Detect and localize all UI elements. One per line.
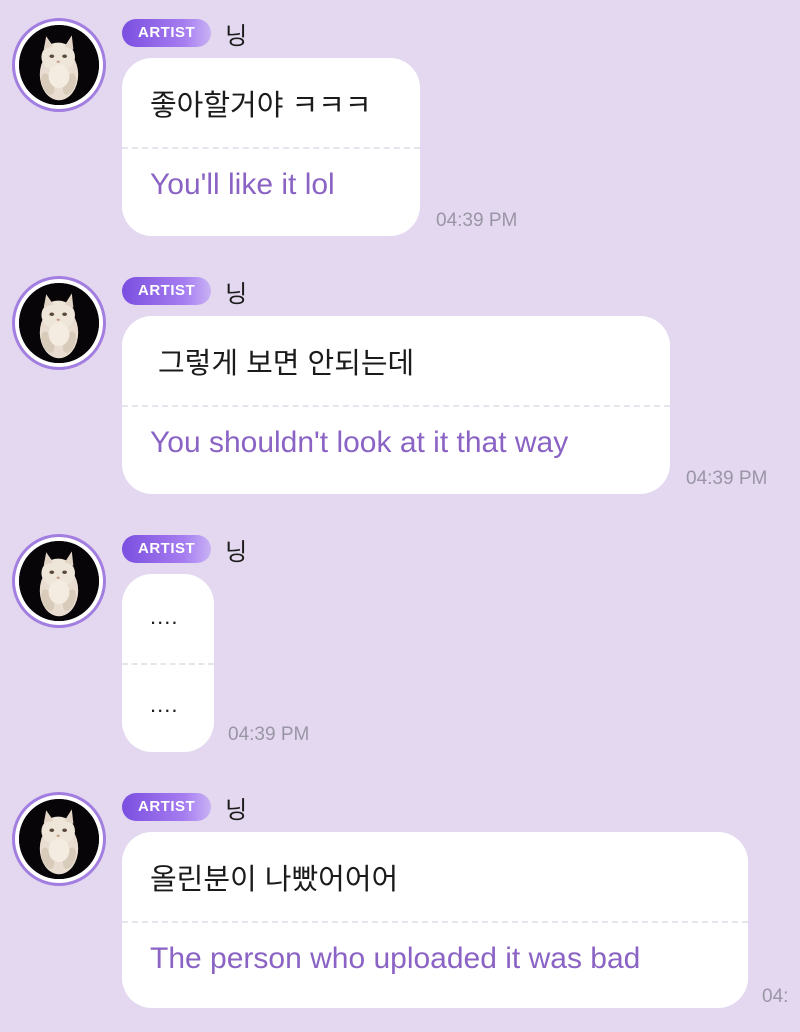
message-timestamp: 04:39 PM (686, 468, 768, 489)
message-timestamp: 04:39 PM (228, 724, 310, 745)
cat-image-icon (19, 25, 99, 105)
translation-divider (122, 147, 420, 149)
artist-badge: ARTIST (122, 19, 212, 47)
translation-text: The person who uploaded it was bad (150, 942, 641, 975)
avatar[interactable] (12, 276, 106, 370)
message-timestamp: 04:39 PM (436, 210, 518, 231)
cat-image-icon (19, 541, 99, 621)
avatar[interactable] (12, 534, 106, 628)
artist-badge: ARTIST (122, 535, 212, 563)
original-text: 올린분이 나빴어어어 (150, 864, 399, 896)
translation-text: You'll like it lol (150, 168, 335, 201)
message-header: ARTIST 닝 (122, 790, 247, 825)
avatar[interactable] (12, 792, 106, 886)
message-header: ARTIST 닝 (122, 274, 247, 309)
original-text: 좋아할거야 ㅋㅋㅋ (150, 90, 372, 122)
sender-name[interactable]: 닝 (225, 532, 247, 567)
cat-avatar-icon (19, 541, 99, 621)
message-bubble[interactable]: 좋아할거야 ㅋㅋㅋ You'll like it lol (122, 58, 420, 236)
translation-text: .... (150, 692, 179, 717)
cat-avatar-icon (19, 25, 99, 105)
avatar[interactable] (12, 18, 106, 112)
translation-divider (122, 405, 670, 407)
artist-badge: ARTIST (122, 277, 212, 305)
sender-name[interactable]: 닝 (225, 274, 247, 309)
message-bubble[interactable]: 그렇게 보면 안되는데 You shouldn't look at it tha… (122, 316, 670, 494)
cat-avatar-icon (19, 799, 99, 879)
translation-divider (122, 663, 214, 665)
cat-image-icon (19, 283, 99, 363)
message-header: ARTIST 닝 (122, 16, 247, 51)
translation-text: You shouldn't look at it that way (150, 426, 569, 459)
chat-message-list[interactable]: ARTIST 닝 좋아할거야 ㅋㅋㅋ You'll like it lol 04… (0, 0, 800, 1032)
original-text: .... (150, 604, 179, 629)
sender-name[interactable]: 닝 (225, 790, 247, 825)
message-timestamp: 04: (762, 986, 789, 1007)
cat-image-icon (19, 799, 99, 879)
translation-divider (122, 921, 748, 923)
message-bubble[interactable]: 올린분이 나빴어어어 The person who uploaded it wa… (122, 832, 748, 1008)
artist-badge: ARTIST (122, 793, 212, 821)
sender-name[interactable]: 닝 (225, 16, 247, 51)
message-header: ARTIST 닝 (122, 532, 247, 567)
original-text: 그렇게 보면 안되는데 (158, 348, 415, 380)
cat-avatar-icon (19, 283, 99, 363)
message-bubble[interactable]: .... .... (122, 574, 214, 752)
